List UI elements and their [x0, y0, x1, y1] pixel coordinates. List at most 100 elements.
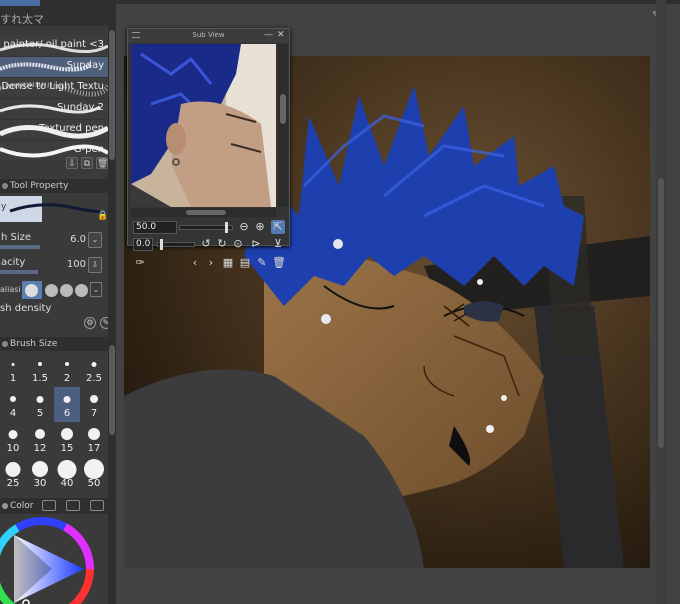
- brush-size-option[interactable]: 17: [81, 422, 107, 457]
- rotation-slider[interactable]: [157, 239, 195, 250]
- trash-icon[interactable]: 🗑: [96, 157, 108, 169]
- slider-knob[interactable]: [160, 239, 163, 250]
- color-picker-handle[interactable]: [22, 599, 30, 604]
- grid-icon[interactable]: ▦: [221, 256, 235, 270]
- antialias-option-none[interactable]: [25, 284, 38, 297]
- chevron-right-icon[interactable]: ›: [204, 256, 218, 270]
- brush-size-option[interactable]: 1.5: [27, 352, 53, 387]
- brush-size-option[interactable]: 6: [54, 387, 80, 422]
- download-icon[interactable]: ⇩: [88, 257, 102, 273]
- brush-item-selected[interactable]: Sunday: [0, 57, 108, 78]
- brush-size-dot: [10, 396, 16, 402]
- brush-item[interactable]: y - Dense to Light Textu: [0, 78, 108, 99]
- scrollbar-thumb[interactable]: [109, 30, 115, 160]
- zoom-out-icon[interactable]: ⊖: [237, 220, 251, 234]
- canvas-top-border: [116, 0, 680, 4]
- tool-property-header[interactable]: Tool Property: [0, 179, 108, 193]
- canvas-vertical-scrollbar[interactable]: [656, 0, 666, 604]
- opacity-label: acity: [1, 257, 26, 268]
- slider-knob[interactable]: [225, 222, 228, 233]
- brush-size-option[interactable]: 50: [81, 457, 107, 492]
- brush-size-slider[interactable]: [0, 245, 40, 249]
- scrollbar-thumb[interactable]: [109, 345, 115, 435]
- sub-view-window[interactable]: Sub View — ✕ 50.0 ⊖ ⊕ ⇱ 0.0 ↺ ↻ ⊙ ⊳ ⊻ ✑ …: [127, 28, 290, 269]
- brush-size-dot: [91, 361, 97, 367]
- panel-menu-icon[interactable]: [2, 341, 8, 347]
- sub-view-vertical-scrollbar[interactable]: [278, 44, 288, 207]
- brush-size-dot: [84, 459, 104, 479]
- edit-icon[interactable]: ✎: [255, 256, 269, 270]
- color-set-tab-icon[interactable]: [42, 500, 56, 511]
- lock-icon[interactable]: 🔒: [97, 211, 108, 221]
- opacity-property[interactable]: acity 100 ⇩: [0, 256, 108, 278]
- minimize-icon[interactable]: —: [264, 30, 273, 40]
- brush-size-option[interactable]: 4: [0, 387, 26, 422]
- opacity-value[interactable]: 100: [67, 259, 86, 270]
- rotate-left-icon[interactable]: ↺: [199, 237, 213, 251]
- navigator-icon[interactable]: ⇱: [271, 220, 285, 234]
- eyedropper-icon[interactable]: ✑: [133, 256, 147, 270]
- opacity-slider[interactable]: [0, 270, 38, 274]
- reset-rotation-icon[interactable]: ⊙: [231, 237, 245, 251]
- sub-view-horizontal-scrollbar[interactable]: [131, 208, 276, 217]
- antialias-option-weak[interactable]: [45, 284, 58, 297]
- zoom-in-icon[interactable]: ⊕: [253, 220, 267, 234]
- brush-item-label: Textured pen: [39, 123, 104, 134]
- sub-tool-tab-strip[interactable]: すれ太マ: [0, 0, 108, 26]
- brush-item[interactable]: Sunday 2: [0, 99, 108, 120]
- brush-size-option[interactable]: 15: [54, 422, 80, 457]
- zoom-slider[interactable]: [179, 222, 233, 233]
- brush-size-option[interactable]: 2.5: [81, 352, 107, 387]
- brush-size-option[interactable]: 10: [0, 422, 26, 457]
- brush-list-actions: ⇩ ⧉ 🗑: [66, 157, 108, 169]
- color-slider-tab-icon[interactable]: [66, 500, 80, 511]
- panel-menu-icon[interactable]: [2, 183, 8, 189]
- left-panel-scrollbar[interactable]: [108, 0, 116, 604]
- rotate-right-icon[interactable]: ↻: [215, 237, 229, 251]
- brush-size-value: 7: [90, 408, 98, 419]
- trash-icon[interactable]: 🗑: [272, 256, 286, 270]
- brush-size-option[interactable]: 5: [27, 387, 53, 422]
- download-icon[interactable]: ⇩: [66, 157, 78, 169]
- color-panel-header[interactable]: Color: [0, 498, 108, 514]
- antialiasing-property: aliasi ⌄: [0, 281, 108, 299]
- panel-menu-icon[interactable]: [2, 503, 8, 509]
- settings-icon[interactable]: ⚙: [84, 317, 96, 329]
- scrollbar-thumb[interactable]: [186, 210, 226, 215]
- brush-size-property[interactable]: h Size 6.0 ⌄: [0, 231, 108, 253]
- brush-item[interactable]: rake painter/ oil paint <3: [0, 36, 108, 57]
- brush-size-option[interactable]: 2: [54, 352, 80, 387]
- brush-size-value: 30: [33, 478, 47, 489]
- duplicate-icon[interactable]: ⧉: [81, 157, 93, 169]
- open-folder-icon[interactable]: ▤: [238, 256, 252, 270]
- brush-size-option[interactable]: 1: [0, 352, 26, 387]
- chevron-down-icon[interactable]: ⌄: [90, 282, 102, 297]
- brush-item-label: G-pen: [73, 144, 104, 155]
- brush-size-option[interactable]: 25: [0, 457, 26, 492]
- chevron-left-icon[interactable]: ‹: [188, 256, 202, 270]
- brush-item[interactable]: Textured pen: [0, 120, 108, 141]
- brush-size-option[interactable]: 40: [54, 457, 80, 492]
- color-history-tab-icon[interactable]: [90, 500, 104, 511]
- close-icon[interactable]: ✕: [277, 30, 285, 40]
- antialias-option-medium[interactable]: [60, 284, 73, 297]
- antialias-option-strong[interactable]: [75, 284, 88, 297]
- brush-size-panel-header[interactable]: Brush Size: [0, 337, 108, 351]
- sub-view-titlebar[interactable]: Sub View — ✕: [128, 29, 289, 43]
- scrollbar-thumb[interactable]: [280, 94, 286, 124]
- brush-size-option[interactable]: 12: [27, 422, 53, 457]
- flip-vertical-icon[interactable]: ⊻: [271, 237, 285, 251]
- brush-size-value[interactable]: 6.0: [70, 234, 86, 245]
- sub-view-reference-image[interactable]: [131, 44, 276, 207]
- sub-tool-tab-label[interactable]: すれ太マ: [0, 11, 44, 27]
- brush-size-option[interactable]: 7: [81, 387, 107, 422]
- rotation-input[interactable]: 0.0: [133, 238, 153, 251]
- color-wheel[interactable]: [0, 517, 104, 604]
- brush-size-option[interactable]: 30: [27, 457, 53, 492]
- brush-size-value: 17: [87, 443, 101, 454]
- flip-horizontal-icon[interactable]: ⊳: [249, 237, 263, 251]
- chevron-down-icon[interactable]: ⌄: [88, 232, 102, 248]
- zoom-input[interactable]: 50.0: [133, 221, 177, 234]
- brush-item-label: Sunday: [66, 60, 104, 71]
- scrollbar-thumb[interactable]: [658, 178, 664, 448]
